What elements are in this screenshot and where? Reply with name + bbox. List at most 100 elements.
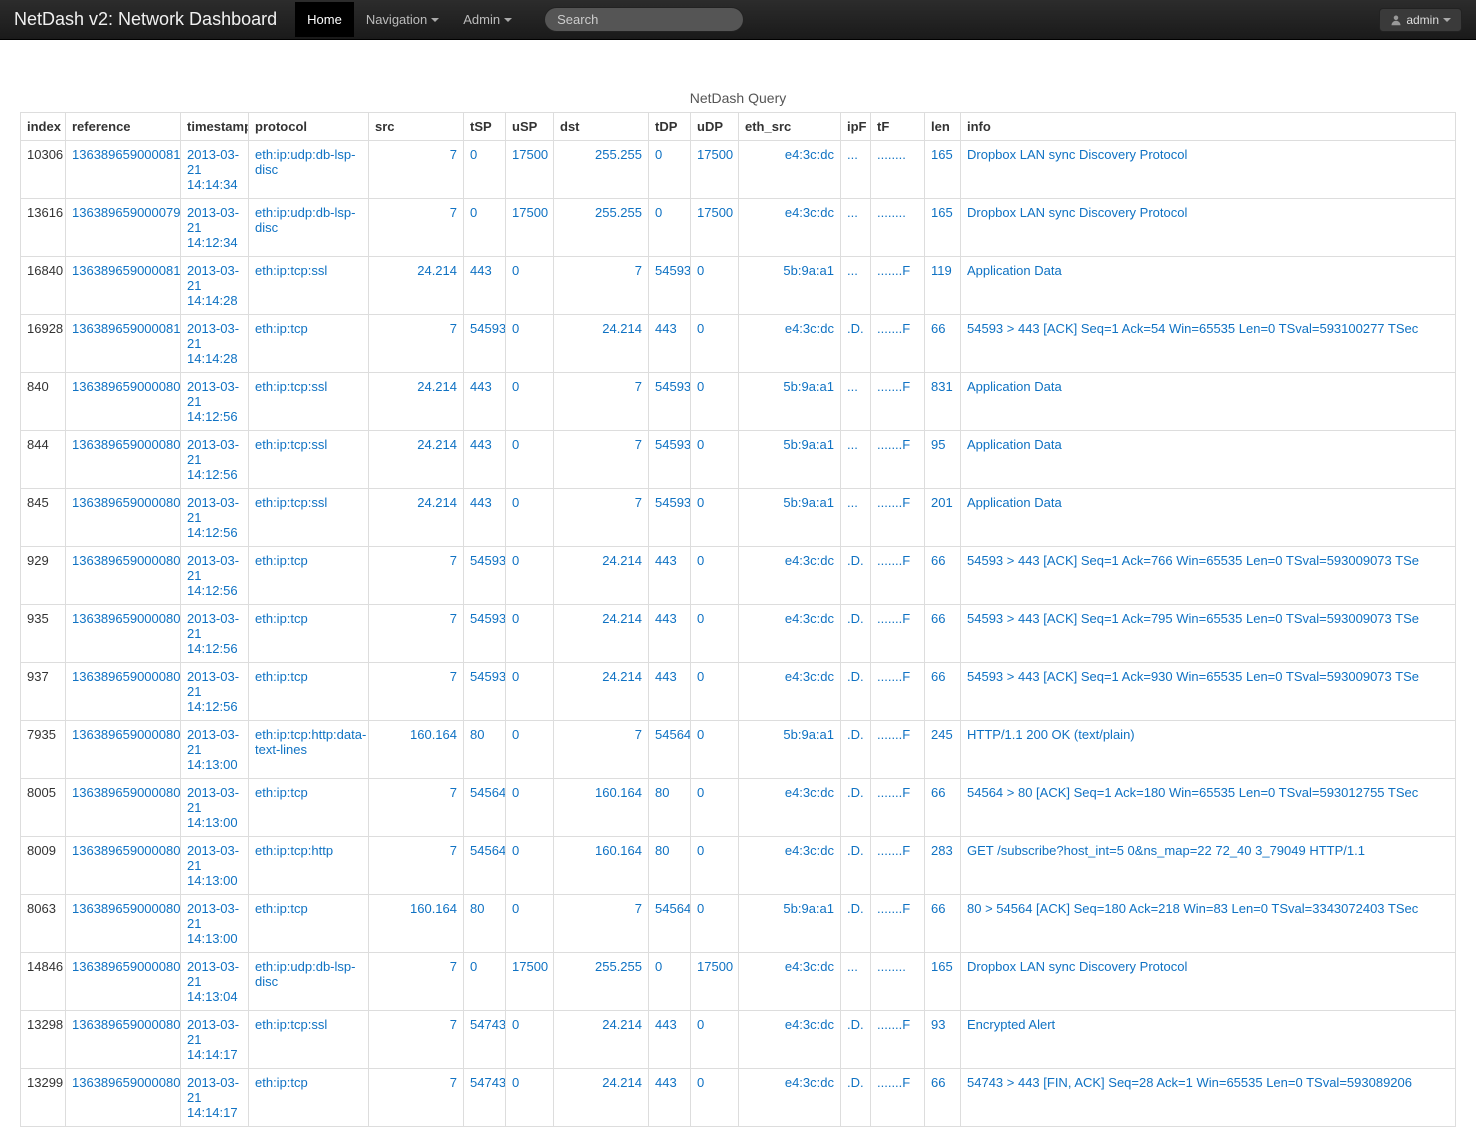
cell-src[interactable]: 160.164 [369, 895, 464, 953]
cell-timestamp[interactable]: 2013-03-21 14:13:00 [181, 895, 249, 953]
cell-tDP[interactable]: 443 [649, 663, 691, 721]
cell-timestamp[interactable]: 2013-03-21 14:12:56 [181, 663, 249, 721]
cell-protocol[interactable]: eth:ip:tcp [249, 605, 369, 663]
cell-eth_src[interactable]: e4:3c:dc [739, 547, 841, 605]
col-reference[interactable]: reference [66, 113, 181, 141]
cell-tF[interactable]: ........ [871, 141, 925, 199]
cell-tF[interactable]: .......F [871, 1069, 925, 1127]
cell-info[interactable]: Dropbox LAN sync Discovery Protocol [961, 199, 1456, 257]
cell-ipF[interactable]: ... [841, 489, 871, 547]
cell-eth_src[interactable]: 5b:9a:a1 [739, 373, 841, 431]
cell-tSP[interactable]: 54743 [464, 1069, 506, 1127]
cell-ipF[interactable]: .D. [841, 779, 871, 837]
cell-uDP[interactable]: 0 [691, 605, 739, 663]
cell-uSP[interactable]: 0 [506, 721, 554, 779]
cell-dst[interactable]: 24.214 [554, 605, 649, 663]
cell-src[interactable]: 7 [369, 1011, 464, 1069]
cell-uSP[interactable]: 0 [506, 489, 554, 547]
cell-uDP[interactable]: 0 [691, 489, 739, 547]
col-protocol[interactable]: protocol [249, 113, 369, 141]
cell-dst[interactable]: 7 [554, 895, 649, 953]
cell-tSP[interactable]: 443 [464, 373, 506, 431]
cell-tDP[interactable]: 54593 [649, 489, 691, 547]
cell-uSP[interactable]: 0 [506, 315, 554, 373]
cell-dst[interactable]: 7 [554, 489, 649, 547]
cell-tDP[interactable]: 0 [649, 953, 691, 1011]
cell-eth_src[interactable]: e4:3c:dc [739, 141, 841, 199]
cell-protocol[interactable]: eth:ip:tcp [249, 315, 369, 373]
cell-dst[interactable]: 7 [554, 721, 649, 779]
cell-src[interactable]: 7 [369, 1069, 464, 1127]
cell-reference[interactable]: 1363896590000800 [66, 605, 181, 663]
cell-uDP[interactable]: 17500 [691, 141, 739, 199]
cell-reference[interactable]: 1363896590000810 [66, 257, 181, 315]
cell-ipF[interactable]: .D. [841, 1069, 871, 1127]
cell-eth_src[interactable]: e4:3c:dc [739, 315, 841, 373]
cell-len[interactable]: 165 [925, 199, 961, 257]
cell-uSP[interactable]: 0 [506, 605, 554, 663]
cell-info[interactable]: 54743 > 443 [FIN, ACK] Seq=28 Ack=1 Win=… [961, 1069, 1456, 1127]
cell-dst[interactable]: 160.164 [554, 779, 649, 837]
cell-tF[interactable]: .......F [871, 257, 925, 315]
cell-reference[interactable]: 1363896590000810 [66, 315, 181, 373]
cell-uSP[interactable]: 0 [506, 1011, 554, 1069]
cell-len[interactable]: 245 [925, 721, 961, 779]
cell-src[interactable]: 24.214 [369, 431, 464, 489]
cell-ipF[interactable]: .D. [841, 721, 871, 779]
cell-len[interactable]: 66 [925, 1069, 961, 1127]
cell-tSP[interactable]: 54593 [464, 605, 506, 663]
cell-tDP[interactable]: 443 [649, 315, 691, 373]
cell-tF[interactable]: .......F [871, 373, 925, 431]
cell-timestamp[interactable]: 2013-03-21 14:12:56 [181, 489, 249, 547]
user-menu[interactable]: admin [1379, 8, 1462, 32]
cell-len[interactable]: 165 [925, 953, 961, 1011]
cell-tF[interactable]: .......F [871, 1011, 925, 1069]
cell-reference[interactable]: 1363896590000800 [66, 547, 181, 605]
cell-timestamp[interactable]: 2013-03-21 14:13:00 [181, 779, 249, 837]
cell-reference[interactable]: 1363896590000800 [66, 779, 181, 837]
cell-tDP[interactable]: 54593 [649, 257, 691, 315]
cell-tDP[interactable]: 443 [649, 1011, 691, 1069]
cell-ipF[interactable]: ... [841, 141, 871, 199]
cell-uDP[interactable]: 0 [691, 663, 739, 721]
cell-protocol[interactable]: eth:ip:tcp [249, 547, 369, 605]
col-src[interactable]: src [369, 113, 464, 141]
cell-info[interactable]: GET /subscribe?host_int=5 0&ns_map=22 72… [961, 837, 1456, 895]
cell-uSP[interactable]: 0 [506, 663, 554, 721]
cell-info[interactable]: HTTP/1.1 200 OK (text/plain) [961, 721, 1456, 779]
cell-info[interactable]: Dropbox LAN sync Discovery Protocol [961, 141, 1456, 199]
cell-src[interactable]: 7 [369, 605, 464, 663]
col-info[interactable]: info [961, 113, 1456, 141]
cell-eth_src[interactable]: e4:3c:dc [739, 837, 841, 895]
cell-reference[interactable]: 1363896590000800 [66, 373, 181, 431]
cell-ipF[interactable]: .D. [841, 895, 871, 953]
cell-tF[interactable]: .......F [871, 489, 925, 547]
cell-timestamp[interactable]: 2013-03-21 14:12:56 [181, 605, 249, 663]
cell-timestamp[interactable]: 2013-03-21 14:12:56 [181, 547, 249, 605]
cell-dst[interactable]: 7 [554, 257, 649, 315]
cell-protocol[interactable]: eth:ip:tcp:http [249, 837, 369, 895]
cell-tSP[interactable]: 0 [464, 141, 506, 199]
cell-timestamp[interactable]: 2013-03-21 14:12:34 [181, 199, 249, 257]
cell-protocol[interactable]: eth:ip:tcp [249, 663, 369, 721]
cell-tSP[interactable]: 54564 [464, 837, 506, 895]
cell-len[interactable]: 66 [925, 547, 961, 605]
cell-timestamp[interactable]: 2013-03-21 14:12:56 [181, 431, 249, 489]
cell-tSP[interactable]: 54743 [464, 1011, 506, 1069]
cell-reference[interactable]: 1363896590000796 [66, 199, 181, 257]
cell-uSP[interactable]: 0 [506, 837, 554, 895]
cell-uSP[interactable]: 0 [506, 257, 554, 315]
cell-uDP[interactable]: 0 [691, 315, 739, 373]
col-ipF[interactable]: ipF [841, 113, 871, 141]
cell-dst[interactable]: 24.214 [554, 315, 649, 373]
cell-tDP[interactable]: 0 [649, 199, 691, 257]
cell-uSP[interactable]: 0 [506, 895, 554, 953]
cell-len[interactable]: 66 [925, 663, 961, 721]
cell-tF[interactable]: .......F [871, 779, 925, 837]
cell-tF[interactable]: ........ [871, 199, 925, 257]
cell-len[interactable]: 201 [925, 489, 961, 547]
cell-uSP[interactable]: 0 [506, 547, 554, 605]
cell-tF[interactable]: ........ [871, 953, 925, 1011]
cell-dst[interactable]: 24.214 [554, 547, 649, 605]
cell-uSP[interactable]: 0 [506, 779, 554, 837]
